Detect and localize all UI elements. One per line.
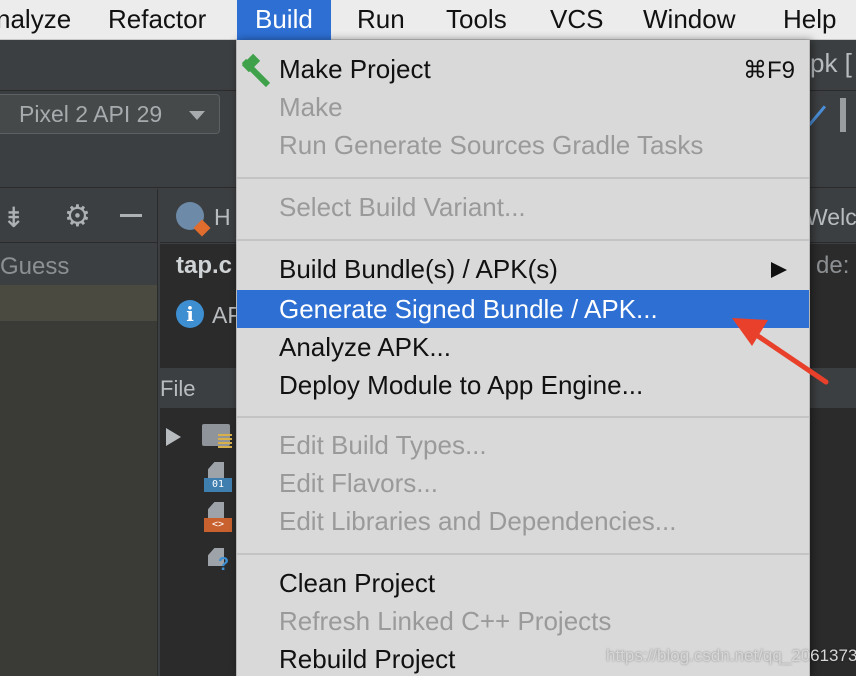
menu-item-label: Rebuild Project — [279, 644, 456, 674]
hammer-icon — [241, 53, 271, 88]
shortcut-label: ⌘F9 — [742, 57, 795, 84]
question-mark-icon: ? — [218, 554, 229, 574]
editor-right-text: de: 1 — [816, 252, 856, 279]
menu-separator — [237, 177, 809, 179]
collapse-all-icon[interactable]: ⇟ — [2, 201, 25, 234]
menu-item-refresh-cpp-projects: Refresh Linked C++ Projects — [237, 602, 809, 640]
menu-refactor[interactable]: Refactor — [108, 0, 206, 40]
toolbar-icon-fragment[interactable] — [840, 98, 846, 132]
menu-vcs[interactable]: VCS — [550, 0, 603, 40]
menu-item-generate-signed-bundle[interactable]: Generate Signed Bundle / APK... — [237, 290, 809, 328]
gear-icon[interactable]: ⚙ — [64, 199, 91, 234]
menu-separator — [237, 416, 809, 418]
menu-item-edit-flavors: Edit Flavors... — [237, 464, 809, 502]
menu-separator — [237, 553, 809, 555]
menu-item-label: Build Bundle(s) / APK(s) — [279, 254, 558, 284]
menu-item-build-bundle-apk[interactable]: Build Bundle(s) / APK(s) — [237, 250, 809, 288]
menu-item-label: Analyze APK... — [279, 332, 451, 362]
menu-item-label: Deploy Module to App Engine... — [279, 370, 644, 400]
info-icon: i — [176, 300, 204, 328]
file-header-label: File — [160, 376, 196, 401]
hide-panel-icon[interactable] — [120, 214, 142, 217]
menu-item-label: Refresh Linked C++ Projects — [279, 606, 612, 636]
window-title-fragment: pk [ — [810, 48, 852, 78]
menu-item-edit-libraries: Edit Libraries and Dependencies... — [237, 502, 809, 540]
device-selector-label: Pixel 2 API 29 — [19, 101, 163, 127]
menu-build[interactable]: Build — [237, 0, 331, 40]
binary-badge: 01 — [204, 478, 232, 492]
menu-item-label: Select Build Variant... — [279, 192, 526, 222]
menu-item-deploy-module[interactable]: Deploy Module to App Engine... — [237, 366, 809, 404]
menu-tools[interactable]: Tools — [446, 0, 507, 40]
binary-file-icon[interactable]: 01 — [204, 462, 232, 492]
menu-item-label: Edit Build Types... — [279, 430, 487, 460]
menu-item-analyze-apk[interactable]: Analyze APK... — [237, 328, 809, 366]
device-selector[interactable]: Pixel 2 API 29 — [0, 94, 220, 134]
submenu-arrow-icon — [771, 262, 787, 278]
menu-item-label: Edit Libraries and Dependencies... — [279, 506, 677, 536]
menu-item-run-generate-sources: Run Generate Sources Gradle Tasks — [237, 126, 809, 164]
menu-item-make-project[interactable]: Make Project ⌘F9 — [237, 50, 809, 88]
menu-item-label: Run Generate Sources Gradle Tasks — [279, 130, 704, 160]
kotlin-file-icon — [176, 202, 204, 230]
xml-badge: <> — [204, 518, 232, 532]
menu-item-label: Make Project — [279, 54, 431, 84]
welcome-tab-label[interactable]: Welc — [806, 204, 856, 231]
selected-tree-row[interactable] — [0, 285, 157, 321]
menu-analyze[interactable]: nalyze — [0, 0, 71, 40]
menu-separator — [237, 239, 809, 241]
folder-icon[interactable] — [202, 424, 232, 448]
menu-item-label: Generate Signed Bundle / APK... — [279, 294, 658, 324]
project-panel-toolbar: ⇟ ⚙ — [0, 189, 158, 243]
chevron-down-icon — [189, 111, 205, 120]
project-panel: ⇟ ⚙ Guess — [0, 189, 158, 676]
package-name: tap.c — [176, 252, 233, 279]
xml-file-icon[interactable]: <> — [204, 502, 232, 532]
watermark: https://blog.csdn.net/qq_20613731 — [606, 646, 856, 665]
menu-item-label: Edit Flavors... — [279, 468, 438, 498]
build-menu-dropdown: Make Project ⌘F9 Make Run Generate Sourc… — [236, 40, 810, 676]
menu-window[interactable]: Window — [643, 0, 735, 40]
menu-item-edit-build-types: Edit Build Types... — [237, 426, 809, 464]
menu-help[interactable]: Help — [783, 0, 836, 40]
project-tree — [0, 321, 157, 676]
menu-item-label: Clean Project — [279, 568, 436, 598]
editor-tab-label[interactable]: H — [214, 204, 231, 231]
menu-item-label: Make — [279, 92, 343, 122]
project-section-label: Guess — [0, 253, 70, 280]
menu-bar: nalyze Refactor Build Run Tools VCS Wind… — [0, 0, 856, 40]
menu-run[interactable]: Run — [357, 0, 405, 40]
menu-item-select-build-variant: Select Build Variant... — [237, 188, 809, 226]
expand-arrow-icon[interactable] — [166, 428, 181, 446]
menu-item-clean-project[interactable]: Clean Project — [237, 564, 809, 602]
menu-item-make: Make — [237, 88, 809, 126]
